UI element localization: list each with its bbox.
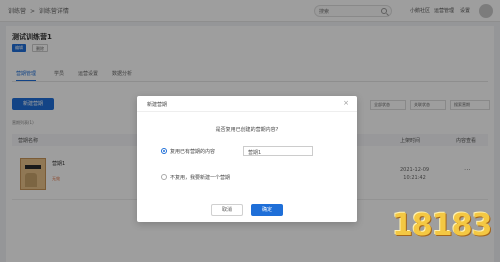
dialog-title: 新建营期 xyxy=(147,102,168,108)
new-cohort-dialog: 新建营期 × 是否复用已创建的营期内容? 复用已有营期的内容 营期1 ⌄ 不复用… xyxy=(137,96,357,222)
cohort-select[interactable]: 营期1 ⌄ xyxy=(243,146,313,156)
confirm-button[interactable]: 确定 xyxy=(251,204,283,216)
site-watermark: 18183 xyxy=(392,208,492,243)
new-radio[interactable] xyxy=(161,174,167,180)
reuse-radio[interactable] xyxy=(161,148,167,154)
dialog-header: 新建营期 × xyxy=(137,96,357,112)
chevron-down-icon: ⌄ xyxy=(248,148,253,154)
dialog-question: 是否复用已创建的营期内容? xyxy=(215,127,279,133)
reuse-option-label[interactable]: 复用已有营期的内容 xyxy=(170,148,215,155)
new-option-label[interactable]: 不复用，我要新建一个营期 xyxy=(170,174,230,181)
close-icon[interactable]: × xyxy=(343,99,349,107)
cancel-button[interactable]: 取消 xyxy=(211,204,243,216)
